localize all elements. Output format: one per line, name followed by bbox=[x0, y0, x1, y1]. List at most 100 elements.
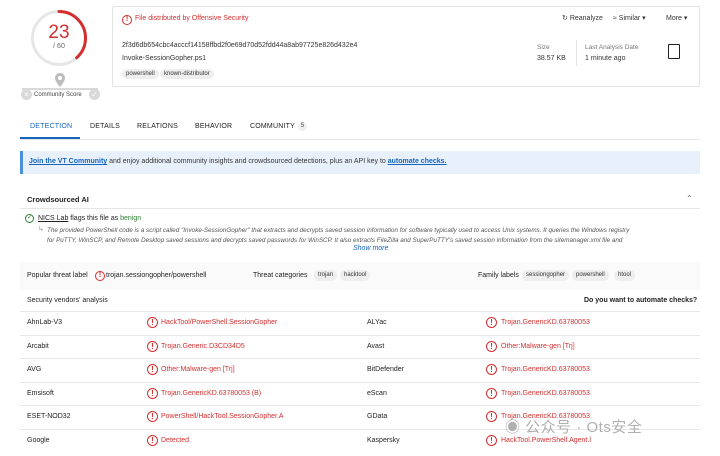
reanalyze-button[interactable]: ↻ Reanalyze bbox=[562, 14, 603, 22]
check-circle-icon: ✓ bbox=[25, 214, 34, 223]
vendor-row bbox=[20, 358, 700, 381]
file-name: Invoke-SessionGopher.ps1 bbox=[122, 55, 207, 62]
ai-verdict-line: NICS Lab flags this file as benign bbox=[38, 215, 141, 222]
vendor-result[interactable]: Trojan.GenericKD.63780053 bbox=[501, 390, 590, 397]
vendor-result[interactable]: Other:Malware-gen [Trj] bbox=[161, 366, 235, 373]
tab-community[interactable]: COMMUNITY bbox=[250, 123, 295, 130]
tag-powershell[interactable]: powershell bbox=[122, 69, 159, 79]
last-analysis-value: 1 minute ago bbox=[585, 55, 626, 62]
distributor-notice: File distributed by Offensive Security bbox=[135, 15, 249, 22]
detection-total: / 60 bbox=[53, 43, 65, 50]
chevron-up-icon[interactable]: ⌃ bbox=[686, 194, 693, 203]
file-type-icon bbox=[668, 44, 680, 59]
wechat-icon: ◉ bbox=[505, 419, 526, 436]
more-button[interactable]: More ▾ bbox=[666, 14, 687, 22]
vendor-result[interactable]: PowerShell/HackTool.SessionGopher.A bbox=[161, 413, 284, 420]
vendor-row bbox=[20, 311, 700, 334]
vendor-result[interactable]: Detected bbox=[161, 437, 189, 444]
last-analysis-label: Last Analysis Date bbox=[585, 44, 639, 51]
thumbs-up-button[interactable]: ✓ bbox=[89, 89, 100, 100]
thumbs-down-button[interactable]: × bbox=[21, 89, 32, 100]
malicious-alert-icon: ! bbox=[147, 317, 158, 328]
crowdsourced-ai-title: Crowdsourced AI bbox=[27, 195, 89, 204]
vendor-name: BitDefender bbox=[367, 366, 404, 373]
vendor-name: Avast bbox=[367, 343, 385, 350]
watermark: ◉ 公众号 · Ots安全 bbox=[505, 416, 642, 437]
ai-divider bbox=[20, 208, 700, 209]
malicious-alert-icon: ! bbox=[486, 411, 497, 422]
vendor-name: GData bbox=[367, 413, 388, 420]
family-pill[interactable]: htool bbox=[614, 270, 636, 281]
ai-source-link[interactable]: NICS Lab bbox=[38, 215, 68, 222]
vendor-result[interactable]: Trojan.Generic.D3CD34D5 bbox=[161, 343, 245, 350]
vendor-result[interactable]: HackTool/PowerShell.SessionGopher bbox=[161, 319, 277, 326]
reply-arrow-icon: ↳ bbox=[38, 226, 44, 233]
join-community-link[interactable]: Join the VT Community bbox=[29, 158, 107, 165]
detection-score-ring: 23 / 60 bbox=[31, 10, 87, 66]
vendor-name: ALYac bbox=[367, 319, 387, 326]
ai-summary: The provided PowerShell code is a script… bbox=[47, 226, 697, 246]
similar-label: Similar bbox=[618, 15, 641, 22]
map-pin-icon bbox=[55, 73, 65, 87]
tab-behavior[interactable]: BEHAVIOR bbox=[195, 123, 232, 130]
caret-down-icon: ▾ bbox=[681, 15, 688, 22]
vendor-name: Arcabit bbox=[27, 343, 49, 350]
tab-details[interactable]: DETAILS bbox=[90, 123, 120, 130]
vendor-result[interactable]: HackTool.PowerShell.Agent.l bbox=[501, 437, 591, 444]
malicious-alert-icon: ! bbox=[147, 411, 158, 422]
vendors-analysis-title: Security vendors' analysis bbox=[27, 297, 108, 304]
vendor-name: ESET-NOD32 bbox=[27, 413, 71, 420]
vendor-name: Emsisoft bbox=[27, 390, 54, 397]
caret-down-icon: ▾ bbox=[640, 15, 646, 22]
vendor-result[interactable]: Trojan.GenericKD.63780053 bbox=[501, 319, 590, 326]
family-pill[interactable]: sessiongopher bbox=[522, 270, 570, 281]
show-more-link[interactable]: Show more bbox=[353, 245, 388, 252]
popular-threat-value[interactable]: trojan.sessiongopher/powershell bbox=[106, 272, 206, 279]
malicious-alert-icon: ! bbox=[486, 364, 497, 375]
automate-checks-prompt[interactable]: Do you want to automate checks? bbox=[584, 297, 697, 304]
malicious-alert-icon: ! bbox=[486, 435, 497, 446]
family-labels-label: Family labels bbox=[478, 272, 519, 279]
vendor-name: AVG bbox=[27, 366, 42, 373]
tag-known-distributor[interactable]: known-distributor bbox=[160, 69, 214, 79]
category-pill[interactable]: hacktool bbox=[340, 270, 371, 281]
community-count-badge: 5 bbox=[298, 122, 307, 131]
popular-threat-label: Popular threat label bbox=[27, 272, 88, 279]
tab-relations[interactable]: RELATIONS bbox=[137, 123, 178, 130]
vendor-name: Google bbox=[27, 437, 50, 444]
family-pill[interactable]: powershell bbox=[572, 270, 609, 281]
reanalyze-label: Reanalyze bbox=[569, 15, 603, 22]
file-hash[interactable]: 2f3d6db654cbc4acccf14158ffbd2f0e69d70d52… bbox=[122, 42, 357, 49]
ai-verdict: benign bbox=[120, 215, 142, 222]
meta-divider bbox=[576, 40, 577, 66]
ai-summary-line-1: The provided PowerShell code is a script… bbox=[47, 227, 630, 234]
malicious-alert-icon: ! bbox=[147, 364, 158, 375]
more-label: More bbox=[666, 15, 682, 22]
alert-icon: ! bbox=[95, 271, 105, 281]
malicious-alert-icon: ! bbox=[486, 317, 497, 328]
malicious-alert-icon: ! bbox=[486, 341, 497, 352]
banner-body: and enjoy additional community insights … bbox=[107, 158, 388, 165]
vendor-row bbox=[20, 382, 700, 405]
community-banner-text: Join the VT Community and enjoy addition… bbox=[29, 158, 446, 165]
size-label: Size bbox=[537, 44, 550, 51]
vendor-result[interactable]: Trojan.GenericKD.63780053 bbox=[501, 366, 590, 373]
vendor-result[interactable]: Other:Malware-gen [Trj] bbox=[501, 343, 575, 350]
vendor-row bbox=[20, 335, 700, 358]
similar-button[interactable]: ≈ Similar ▾ bbox=[613, 14, 646, 22]
automate-checks-link[interactable]: automate checks. bbox=[388, 158, 447, 165]
community-score-bar bbox=[22, 88, 98, 90]
community-score-label: Community Score bbox=[34, 92, 82, 98]
vendor-name: AhnLab-V3 bbox=[27, 319, 63, 326]
category-pill[interactable]: trojan bbox=[314, 270, 338, 281]
detection-count: 23 bbox=[48, 22, 70, 43]
ai-flags-text: flags this file as bbox=[68, 215, 121, 222]
vendor-name: Kaspersky bbox=[367, 437, 400, 444]
active-tab-indicator bbox=[20, 137, 80, 139]
tabs-divider bbox=[20, 139, 700, 140]
alert-icon: ! bbox=[122, 15, 132, 25]
tab-detection[interactable]: DETECTION bbox=[30, 123, 72, 130]
threat-categories-label: Threat categories bbox=[253, 272, 308, 279]
size-value: 38.57 KB bbox=[537, 55, 566, 62]
vendor-result[interactable]: Trojan.GenericKD.63780053 (B) bbox=[161, 390, 261, 397]
